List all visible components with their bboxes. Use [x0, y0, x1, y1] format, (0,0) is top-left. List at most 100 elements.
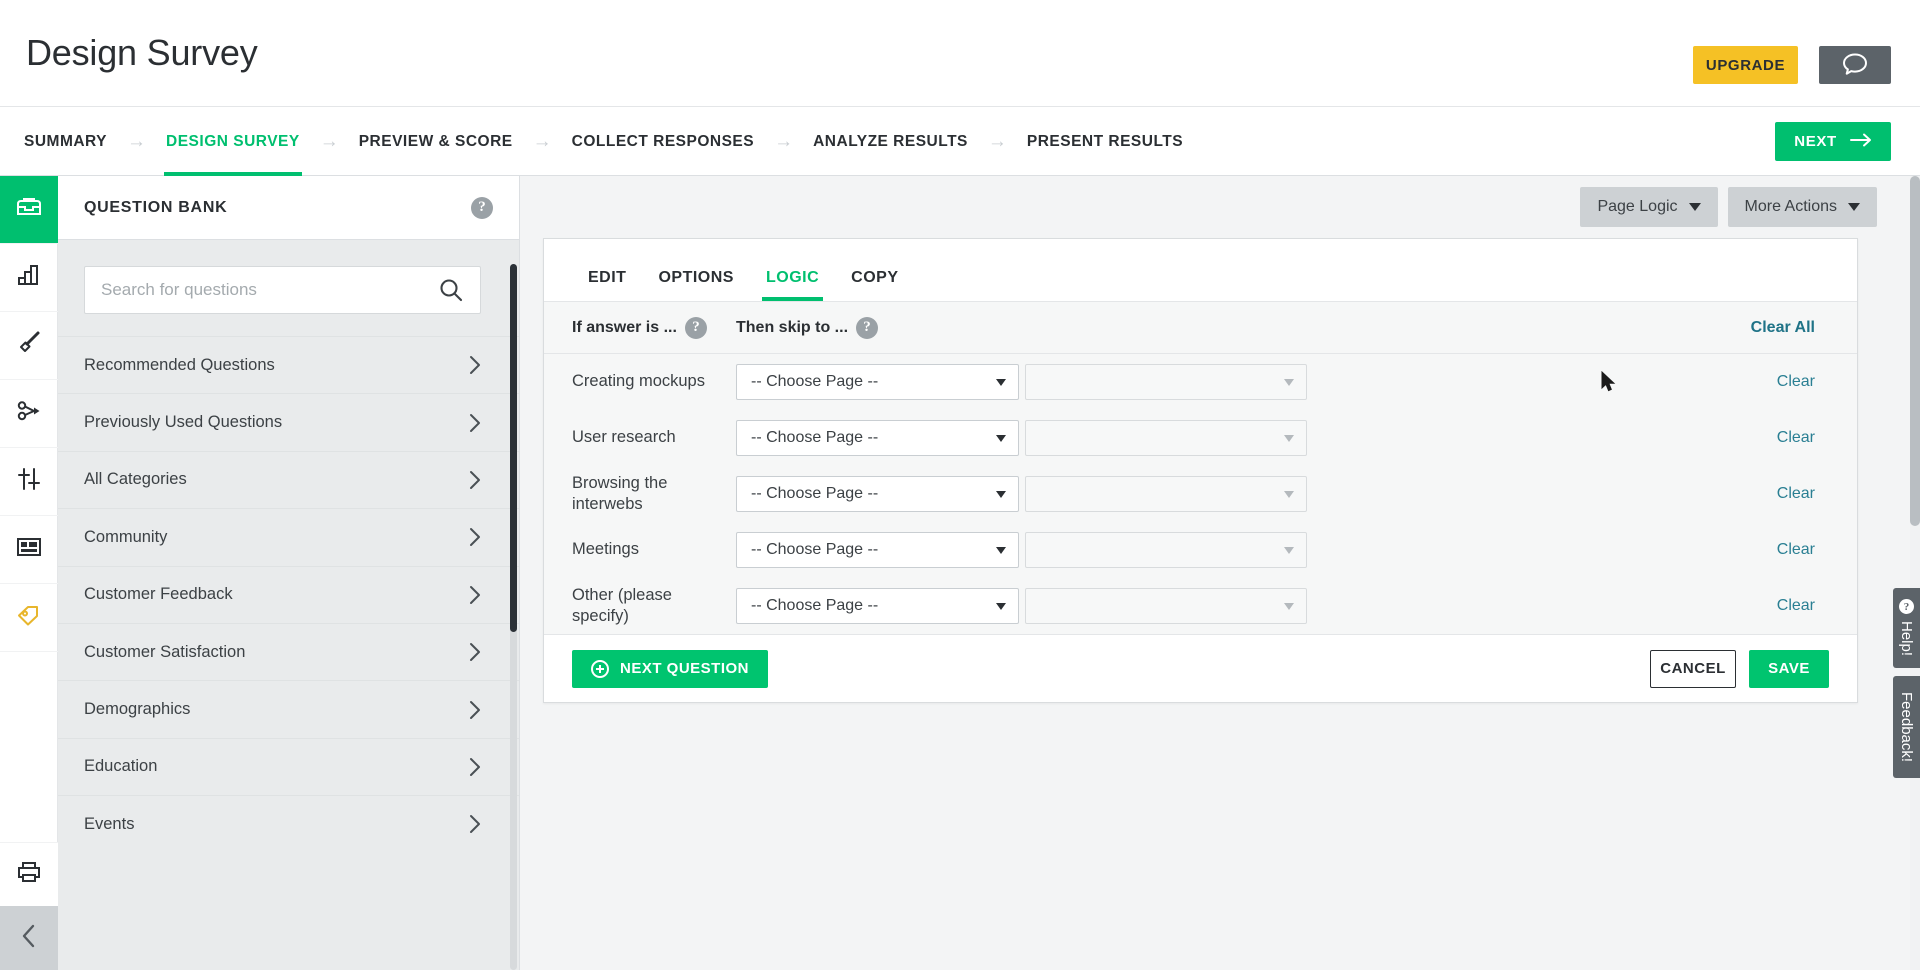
- nav-item-present-results[interactable]: PRESENT RESULTS: [1025, 107, 1185, 176]
- left-icon-rail: [0, 176, 58, 970]
- clear-link[interactable]: Clear: [1687, 541, 1857, 559]
- question-bank-panel: QUESTION BANK ? Recomme: [58, 176, 520, 970]
- chevron-down-icon: [1284, 546, 1294, 554]
- more-actions-label: More Actions: [1744, 198, 1837, 215]
- category-list: Recommended Questions Previously Used Qu…: [58, 336, 519, 853]
- question-tab-bar: EDIT OPTIONS LOGIC COPY: [544, 239, 1857, 301]
- print-icon: [16, 860, 42, 889]
- layout-icon: [16, 537, 42, 562]
- category-item-previously-used-questions[interactable]: Previously Used Questions: [58, 393, 519, 450]
- tag-icon: [16, 604, 42, 631]
- nav-arrow-icon: →: [127, 131, 147, 152]
- rail-item-print[interactable]: [0, 842, 58, 906]
- chevron-right-icon: [468, 700, 481, 720]
- logic-table-header: If answer is ... ? Then skip to ... ? Cl…: [544, 302, 1857, 354]
- category-item-recommended-questions[interactable]: Recommended Questions: [58, 336, 519, 393]
- tab-options[interactable]: OPTIONS: [642, 269, 750, 301]
- help-icon[interactable]: ?: [471, 196, 493, 219]
- page-select[interactable]: -- Choose Page --: [736, 476, 1019, 512]
- category-label: Customer Feedback: [84, 585, 233, 604]
- page-select[interactable]: -- Choose Page --: [736, 420, 1019, 456]
- tab-copy[interactable]: COPY: [835, 269, 914, 301]
- category-item-community[interactable]: Community: [58, 508, 519, 565]
- rail-bottom-group: [0, 842, 58, 970]
- next-question-button[interactable]: NEXT QUESTION: [572, 649, 769, 688]
- rail-item-question-bank[interactable]: [0, 176, 58, 244]
- rail-item-theme[interactable]: [0, 312, 58, 380]
- nav-item-collect-responses[interactable]: COLLECT RESPONSES: [570, 107, 756, 176]
- chevron-right-icon: [468, 757, 481, 777]
- page-select-wrapper: -- Choose Page --: [736, 364, 1019, 400]
- paint-brush-icon: [16, 330, 42, 361]
- nav-item-analyze-results[interactable]: ANALYZE RESULTS: [811, 107, 970, 176]
- clear-link[interactable]: Clear: [1687, 429, 1857, 447]
- page-select-value: -- Choose Page --: [751, 485, 879, 502]
- logic-branch-icon: [16, 400, 42, 427]
- save-button[interactable]: SAVE: [1749, 649, 1829, 688]
- page-title: Design Survey: [26, 32, 258, 73]
- question-select[interactable]: [1025, 364, 1307, 400]
- category-item-all-categories[interactable]: All Categories: [58, 450, 519, 508]
- tab-edit[interactable]: EDIT: [572, 269, 642, 301]
- question-bank-body: Recommended Questions Previously Used Qu…: [58, 240, 519, 970]
- page-select-wrapper: -- Choose Page --: [736, 532, 1019, 568]
- help-icon[interactable]: ?: [856, 316, 879, 339]
- next-button[interactable]: NEXT: [1775, 122, 1891, 161]
- clear-link[interactable]: Clear: [1687, 373, 1857, 391]
- page-select[interactable]: -- Choose Page --: [736, 588, 1019, 624]
- chevron-down-icon: [996, 546, 1006, 554]
- question-select[interactable]: [1025, 476, 1307, 512]
- clear-link[interactable]: Clear: [1687, 485, 1857, 503]
- nav-item-preview-score[interactable]: PREVIEW & SCORE: [357, 107, 515, 176]
- chevron-right-icon: [468, 470, 481, 490]
- search-box[interactable]: [84, 266, 481, 314]
- rail-item-charts[interactable]: [0, 244, 58, 312]
- category-item-customer-feedback[interactable]: Customer Feedback: [58, 565, 519, 623]
- question-select[interactable]: [1025, 532, 1307, 568]
- rail-item-logic[interactable]: [0, 380, 58, 448]
- help-icon[interactable]: ?: [684, 316, 707, 339]
- nav-item-design-survey[interactable]: DESIGN SURVEY: [164, 107, 302, 176]
- more-actions-button[interactable]: More Actions: [1727, 187, 1877, 227]
- page-select[interactable]: -- Choose Page --: [736, 532, 1019, 568]
- nav-arrow-icon: →: [319, 131, 339, 152]
- question-bank-icon: [16, 196, 42, 223]
- chevron-down-icon: [1284, 602, 1294, 610]
- help-tab[interactable]: ? Help!: [1893, 588, 1920, 668]
- feedback-tab[interactable]: Feedback!: [1893, 676, 1920, 778]
- nav-item-summary[interactable]: SUMMARY: [22, 107, 109, 176]
- logic-table: If answer is ... ? Then skip to ... ? Cl…: [544, 301, 1857, 634]
- page-logic-button[interactable]: Page Logic: [1580, 187, 1718, 227]
- chevron-right-icon: [468, 355, 481, 375]
- chevron-down-icon: [1848, 203, 1860, 211]
- tab-logic[interactable]: LOGIC: [750, 269, 835, 301]
- category-item-customer-satisfaction[interactable]: Customer Satisfaction: [58, 622, 519, 680]
- chat-button[interactable]: [1819, 46, 1891, 84]
- page-select[interactable]: -- Choose Page --: [736, 364, 1019, 400]
- clear-all-link[interactable]: Clear All: [1687, 319, 1857, 337]
- question-bank-scroll-thumb[interactable]: [510, 264, 517, 632]
- cancel-button[interactable]: CANCEL: [1650, 649, 1736, 688]
- search-input[interactable]: [85, 280, 438, 300]
- logic-answer-label: Browsing the interwebs: [572, 473, 668, 513]
- main-scroll-thumb[interactable]: [1910, 176, 1920, 526]
- category-item-demographics[interactable]: Demographics: [58, 680, 519, 737]
- rail-item-options[interactable]: [0, 448, 58, 516]
- question-editor-card: EDIT OPTIONS LOGIC COPY If answer is ...…: [543, 238, 1858, 703]
- sidebar-collapse-button[interactable]: [0, 906, 58, 970]
- logic-answer-label: Other (please specify): [572, 585, 672, 625]
- question-select[interactable]: [1025, 420, 1307, 456]
- category-label: All Categories: [84, 470, 187, 489]
- chevron-down-icon: [1284, 378, 1294, 386]
- search-icon[interactable]: [438, 277, 480, 303]
- category-item-education[interactable]: Education: [58, 737, 519, 795]
- clear-link[interactable]: Clear: [1687, 597, 1857, 615]
- category-item-events[interactable]: Events: [58, 795, 519, 852]
- category-label: Education: [84, 757, 158, 776]
- rail-item-tags[interactable]: [0, 584, 58, 652]
- nav-arrow-icon: →: [987, 131, 1007, 152]
- rail-item-layout[interactable]: [0, 516, 58, 584]
- upgrade-button[interactable]: UPGRADE: [1693, 46, 1798, 84]
- category-label: Previously Used Questions: [84, 413, 283, 432]
- question-select[interactable]: [1025, 588, 1307, 624]
